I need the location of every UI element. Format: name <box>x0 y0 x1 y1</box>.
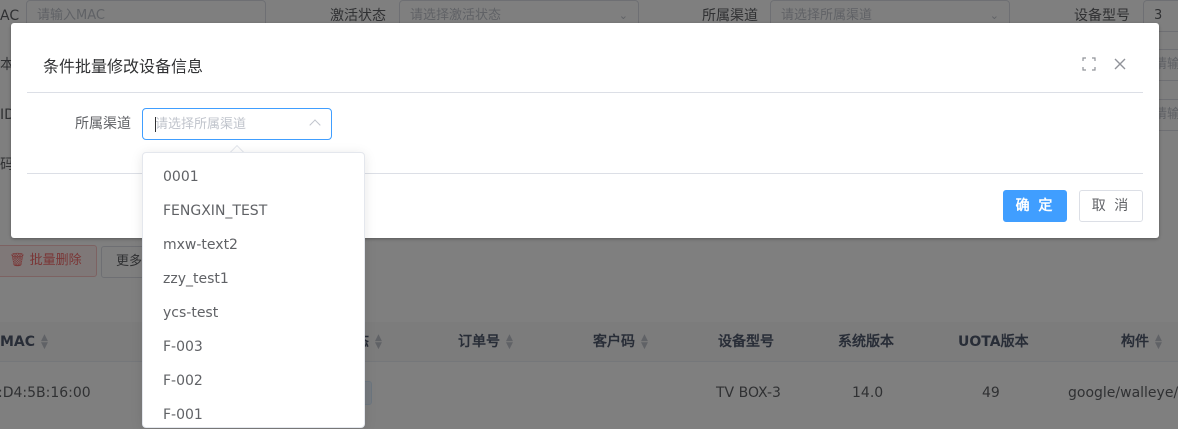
channel-field-label: 所属渠道 <box>75 116 131 132</box>
dropdown-option[interactable]: F-003 <box>143 330 364 364</box>
fullscreen-icon[interactable] <box>1081 57 1097 73</box>
dialog-header-divider <box>27 92 1143 93</box>
channel-dropdown-menu: 0001 FENGXIN_TEST mxw-text2 zzy_test1 yc… <box>142 152 365 428</box>
dropdown-option[interactable]: zzy_test1 <box>143 262 364 296</box>
dialog-title: 条件批量修改设备信息 <box>43 57 204 76</box>
channel-select-input[interactable] <box>143 109 331 139</box>
dropdown-option[interactable]: 0001 <box>143 160 364 194</box>
dropdown-option[interactable]: FENGXIN_TEST <box>143 194 364 228</box>
dropdown-option[interactable]: F-001 <box>143 398 364 427</box>
close-icon[interactable] <box>1112 57 1128 73</box>
dropdown-option[interactable]: F-002 <box>143 364 364 398</box>
dropdown-option[interactable]: mxw-text2 <box>143 228 364 262</box>
dropdown-option[interactable]: ycs-test <box>143 296 364 330</box>
confirm-button[interactable]: 确 定 <box>1003 190 1067 222</box>
text-cursor <box>155 117 156 132</box>
channel-select[interactable] <box>142 108 332 140</box>
cancel-button[interactable]: 取 消 <box>1079 190 1143 222</box>
